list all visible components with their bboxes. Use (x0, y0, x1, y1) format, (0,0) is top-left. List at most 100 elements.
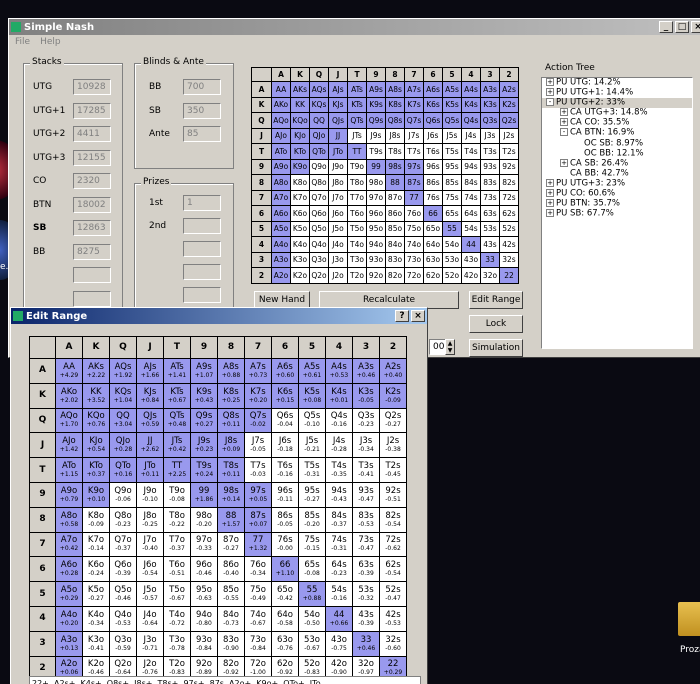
edit-range-cell[interactable]: K5o -0.27 (82, 581, 110, 607)
edit-range-cell[interactable]: K6s +0.15 (271, 382, 299, 409)
stack-input[interactable]: 10928 (73, 79, 111, 95)
edit-range-cell[interactable]: A2s +0.40 (379, 358, 407, 384)
edit-range-cell[interactable]: 96o -0.46 (190, 556, 218, 583)
range-cell[interactable]: J7o (328, 189, 348, 206)
edit-range-cell[interactable]: 74o -0.67 (244, 605, 272, 632)
range-cell[interactable]: QJs (328, 112, 348, 129)
range-cell[interactable]: A6s (423, 81, 443, 98)
edit-range-cell[interactable]: A5o +0.29 (55, 581, 83, 607)
range-cell[interactable]: 83o (385, 251, 405, 268)
blind-input[interactable]: 350 (183, 102, 221, 119)
edit-range-cell[interactable]: J4s -0.28 (325, 432, 353, 459)
range-cell[interactable]: J6o (328, 205, 348, 222)
range-cell[interactable]: 85s (442, 174, 462, 191)
edit-range-cell[interactable]: 98o -0.20 (190, 506, 218, 533)
edit-range-cell[interactable]: T7s -0.03 (244, 457, 272, 483)
range-cell[interactable]: 92o (366, 267, 386, 284)
tree-node[interactable]: + PU SB: 67.7% (542, 209, 692, 219)
edit-range-cell[interactable]: T5s -0.31 (298, 457, 326, 483)
expand-icon[interactable]: + (560, 158, 568, 167)
tree-node[interactable]: + CA UTG+3: 14.8% (542, 108, 692, 118)
edit-range-cell[interactable]: 93s -0.47 (352, 481, 380, 508)
edit-range-cell[interactable]: KTo +0.37 (82, 457, 110, 483)
range-cell[interactable]: J3o (328, 251, 348, 268)
edit-range-cell[interactable]: QJs +0.59 (136, 407, 164, 434)
edit-range-cell[interactable]: 73s -0.47 (352, 531, 380, 558)
edit-range-cell[interactable]: J5s -0.21 (298, 432, 326, 459)
range-cell[interactable]: Q6s (423, 112, 443, 129)
edit-range-cell[interactable]: J7o -0.40 (136, 531, 164, 558)
expand-icon[interactable]: + (560, 108, 568, 117)
range-cell[interactable]: K9s (366, 96, 386, 113)
tree-node[interactable]: + PU BTN: 35.7% (542, 199, 692, 209)
range-cell[interactable]: K3o (290, 251, 310, 268)
range-cell[interactable]: 62s (499, 205, 519, 222)
edit-range-cell[interactable]: ATo +1.15 (55, 457, 83, 483)
edit-range-cell[interactable]: K9o +0.10 (82, 481, 110, 508)
edit-range-cell[interactable]: 76o -0.34 (244, 556, 272, 583)
range-cell[interactable]: A3o (271, 251, 291, 268)
range-cell[interactable]: 66 (423, 205, 443, 222)
range-cell[interactable]: J5s (442, 127, 462, 144)
range-cell[interactable]: K3s (480, 96, 500, 113)
edit-range-cell[interactable]: 92s -0.51 (379, 481, 407, 508)
range-cell[interactable]: ATo (271, 143, 291, 160)
range-cell[interactable]: K5s (442, 96, 462, 113)
range-cell[interactable]: K4o (290, 236, 310, 253)
stack-input[interactable]: 8275 (73, 243, 111, 260)
edit-range-cell[interactable]: A7s +0.73 (244, 358, 272, 384)
edit-range-cell[interactable]: 84s -0.37 (325, 506, 353, 533)
edit-range-cell[interactable]: AJs +1.66 (136, 358, 164, 384)
edit-range-cell[interactable]: 83o -0.90 (217, 630, 245, 657)
range-cell[interactable]: K7s (404, 96, 424, 113)
range-cell[interactable]: A6o (271, 205, 291, 222)
edit-range-cell[interactable]: J4o -0.64 (136, 605, 164, 632)
edit-range-cell[interactable]: 76s -0.00 (271, 531, 299, 558)
expand-icon[interactable]: + (546, 178, 554, 187)
range-cell[interactable]: A5o (271, 220, 291, 237)
range-cell[interactable]: A7s (404, 81, 424, 98)
range-cell[interactable]: J3s (480, 127, 500, 144)
edit-range-cell[interactable]: A8o +0.58 (55, 506, 83, 533)
edit-range-cell[interactable]: K3o -0.41 (82, 630, 110, 657)
expand-icon[interactable]: + (546, 189, 554, 198)
stack-input[interactable]: 17285 (73, 102, 111, 119)
range-cell[interactable]: QQ (309, 112, 329, 129)
edit-range-cell[interactable]: 44 +0.66 (325, 605, 353, 632)
range-cell[interactable]: T7s (404, 143, 424, 160)
edit-range-cell[interactable]: 97o -0.33 (190, 531, 218, 558)
edit-range-cell[interactable]: Q5s -0.10 (298, 407, 326, 434)
edit-range-cell[interactable]: K7s +0.20 (244, 382, 272, 409)
range-cell[interactable]: 55 (442, 220, 462, 237)
range-cell[interactable]: 22 (499, 267, 519, 284)
range-cell[interactable]: J4o (328, 236, 348, 253)
edit-range-cell[interactable]: 93o -0.84 (190, 630, 218, 657)
edit-range-cell[interactable]: A5s +0.61 (298, 358, 326, 384)
range-cell[interactable]: Q4s (461, 112, 481, 129)
range-cell[interactable]: JTo (328, 143, 348, 160)
edit-range-cell[interactable]: J8s +0.09 (217, 432, 245, 459)
edit-range-cell[interactable]: KQo +0.76 (82, 407, 110, 434)
edit-range-cell[interactable]: Q8s +0.11 (217, 407, 245, 434)
range-cell[interactable]: T2s (499, 143, 519, 160)
blind-input[interactable]: 700 (183, 79, 221, 95)
edit-range-cell[interactable]: QQ +3.04 (109, 407, 137, 434)
range-cell[interactable]: J4s (461, 127, 481, 144)
range-cell[interactable]: T6s (423, 143, 443, 160)
edit-range-cell[interactable]: T6o -0.51 (163, 556, 191, 583)
edit-range-cell[interactable]: A4s +0.53 (325, 358, 353, 384)
edit-range-cell[interactable]: Q4s -0.16 (325, 407, 353, 434)
range-text[interactable]: 22+, A2s+, K4s+, Q8s+, J8s+, T8s+, 97s+,… (29, 676, 421, 684)
range-cell[interactable]: 87s (404, 174, 424, 191)
range-cell[interactable]: T8s (385, 143, 405, 160)
range-cell[interactable]: KQs (309, 96, 329, 113)
expand-icon[interactable]: + (546, 78, 554, 86)
edit-range-cell[interactable]: 72s -0.62 (379, 531, 407, 558)
range-cell[interactable]: 94s (461, 158, 481, 175)
edit-range-cell[interactable]: 53s -0.32 (352, 581, 380, 607)
range-cell[interactable]: J9s (366, 127, 386, 144)
range-cell[interactable]: QTo (309, 143, 329, 160)
range-cell[interactable]: 42o (461, 267, 481, 284)
edit-range-cell[interactable]: JJ +2.62 (136, 432, 164, 459)
edit-range-cell[interactable]: A6o +0.28 (55, 556, 83, 583)
